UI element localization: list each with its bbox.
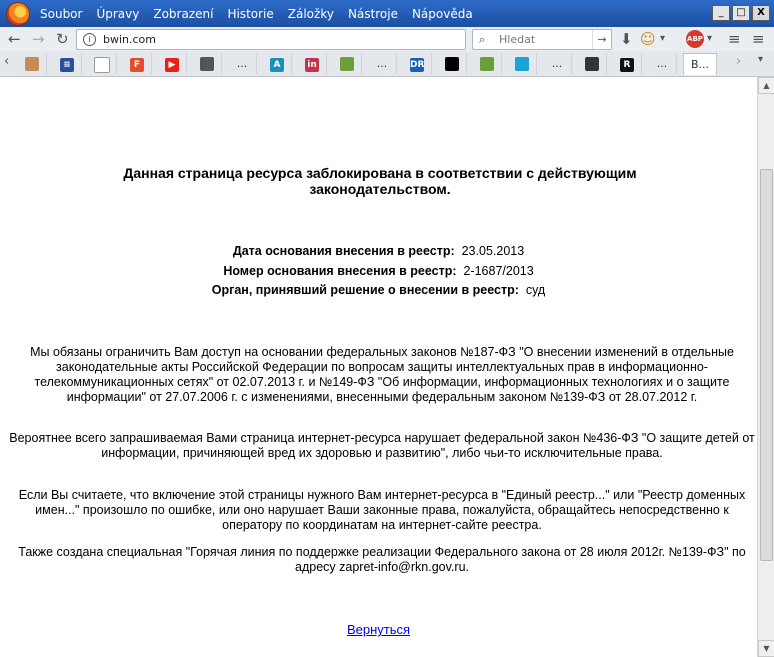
navigation-toolbar: ← → ↻ i bwin.com ⌕ Hledat → ⬇ ☺ ▾ ABP ▾ … bbox=[0, 27, 774, 52]
swirl-favicon-icon bbox=[515, 57, 529, 71]
tab-16[interactable] bbox=[578, 53, 607, 74]
youtube-favicon-icon: ▶ bbox=[165, 58, 179, 72]
url-text[interactable]: bwin.com bbox=[103, 30, 156, 49]
tab-5[interactable] bbox=[193, 53, 222, 74]
r-favicon-icon: R bbox=[620, 58, 634, 72]
search-go-arrow-icon[interactable]: → bbox=[592, 30, 611, 49]
tab-17[interactable]: R bbox=[613, 53, 642, 74]
menu-hamburger-icon[interactable]: ≡ bbox=[728, 30, 741, 48]
menu-zalozky[interactable]: Záložky bbox=[288, 7, 334, 21]
pirate-favicon-icon bbox=[445, 57, 459, 71]
site-info-icon[interactable]: i bbox=[83, 33, 96, 46]
in-favicon-icon: in bbox=[305, 58, 319, 72]
tab-strip: ‹ ≡ F ▶... Ain... DR... R... B... › ▾ bbox=[0, 51, 774, 77]
reload-icon[interactable]: ↻ bbox=[56, 30, 69, 48]
stack-favicon-icon bbox=[480, 57, 494, 71]
forward-arrow-icon[interactable]: → bbox=[32, 30, 45, 48]
tab-0[interactable] bbox=[18, 53, 47, 74]
page-title: Данная страница ресурса заблокирована в … bbox=[123, 165, 637, 197]
info-label: Дата основания внесения в реестр: bbox=[232, 244, 455, 258]
paragraph-hotline: Также создана специальная "Горячая линия… bbox=[18, 545, 746, 574]
stack-favicon-icon bbox=[340, 57, 354, 71]
tab-6[interactable]: ... bbox=[228, 53, 257, 74]
paragraph-violation: Вероятнее всего запрашиваемая Вами стран… bbox=[9, 431, 755, 460]
tab-list-chevron-icon[interactable]: ▾ bbox=[758, 54, 763, 65]
url-bar[interactable]: i bwin.com bbox=[76, 29, 466, 50]
info-row-date: Дата основания внесения в реестр: 23.05.… bbox=[0, 243, 757, 259]
tab-13[interactable] bbox=[473, 53, 502, 74]
scrollbar-thumb[interactable] bbox=[760, 169, 773, 561]
tab-ellipsis-label: ... bbox=[376, 57, 388, 70]
tab-15[interactable]: ... bbox=[543, 53, 572, 74]
lines-favicon-icon: ≡ bbox=[60, 58, 74, 72]
tab-scroll-left-icon[interactable]: ‹ bbox=[4, 54, 9, 69]
tab-9[interactable] bbox=[333, 53, 362, 74]
search-icon: ⌕ bbox=[479, 33, 486, 46]
tab-14[interactable] bbox=[508, 53, 537, 74]
page-content: Данная страница ресурса заблокирована в … bbox=[0, 77, 757, 657]
person-favicon-icon bbox=[200, 57, 214, 71]
scroll-up-icon[interactable]: ▲ bbox=[758, 77, 774, 94]
vertical-scrollbar[interactable]: ▲ ▼ bbox=[757, 77, 774, 657]
abp-dropdown-icon[interactable]: ▾ bbox=[707, 30, 712, 48]
tab-12[interactable] bbox=[438, 53, 467, 74]
tab-3[interactable]: F bbox=[123, 53, 152, 74]
menu-soubor[interactable]: Soubor bbox=[40, 7, 82, 21]
menu-nastroje[interactable]: Nástroje bbox=[348, 7, 398, 21]
scroll-down-icon[interactable]: ▼ bbox=[758, 640, 774, 657]
back-link[interactable]: Вернуться bbox=[0, 622, 757, 637]
firefox-logo-icon[interactable] bbox=[6, 1, 30, 26]
info-value: суд bbox=[525, 283, 546, 297]
menu-napoveda[interactable]: Nápověda bbox=[412, 7, 473, 21]
menu-zobrazeni[interactable]: Zobrazení bbox=[153, 7, 213, 21]
paragraph-error-contact: Если Вы считаете, что включение этой стр… bbox=[18, 488, 746, 532]
tab-ellipsis-label: ... bbox=[551, 57, 563, 70]
maximize-button[interactable]: □ bbox=[732, 5, 750, 21]
tab-4[interactable]: ▶ bbox=[158, 53, 187, 74]
info-label: Номер основания внесения в реестр: bbox=[223, 264, 457, 278]
menu-historie[interactable]: Historie bbox=[227, 7, 273, 21]
paragraph-legal-basis: Мы обязаны ограничить Вам доступ на осно… bbox=[30, 345, 734, 404]
tab-7[interactable]: A bbox=[263, 53, 292, 74]
menu-upravy[interactable]: Úpravy bbox=[96, 7, 139, 21]
dropdown-chevron-icon[interactable]: ▾ bbox=[660, 30, 665, 48]
avatar-favicon-icon bbox=[25, 57, 39, 71]
tab-2[interactable] bbox=[88, 53, 117, 74]
info-label: Орган, принявший решение о внесении в ре… bbox=[211, 283, 519, 297]
arrows-favicon-icon bbox=[585, 57, 599, 71]
tab-8[interactable]: in bbox=[298, 53, 327, 74]
smiley-addon-icon[interactable]: ☺ bbox=[640, 30, 656, 48]
tab-11[interactable]: DR bbox=[403, 53, 432, 74]
tab-18[interactable]: ... bbox=[648, 53, 677, 74]
tab-ellipsis-label: ... bbox=[236, 57, 248, 70]
tab-10[interactable]: ... bbox=[368, 53, 397, 74]
info-row-authority: Орган, принявший решение о внесении в ре… bbox=[0, 282, 757, 298]
bulb-favicon-icon bbox=[94, 57, 110, 73]
tab-active[interactable]: B... bbox=[683, 53, 717, 75]
f-favicon-icon: F bbox=[130, 58, 144, 72]
info-value: 2-1687/2013 bbox=[463, 264, 534, 278]
overflow-menu-icon[interactable]: ≡ bbox=[752, 30, 765, 48]
dr-favicon-icon: DR bbox=[410, 58, 425, 72]
adblock-plus-icon[interactable]: ABP bbox=[686, 30, 704, 48]
search-placeholder: Hledat bbox=[499, 33, 536, 46]
search-input[interactable]: ⌕ Hledat → bbox=[472, 29, 612, 50]
download-icon[interactable]: ⬇ bbox=[620, 30, 633, 48]
tab-scroll-right-icon[interactable]: › bbox=[736, 54, 741, 69]
tab-active-label: B... bbox=[690, 58, 710, 71]
back-arrow-icon[interactable]: ← bbox=[8, 30, 21, 48]
a-favicon-icon: A bbox=[270, 58, 284, 72]
minimize-button[interactable]: _ bbox=[712, 5, 730, 21]
info-value: 23.05.2013 bbox=[461, 244, 525, 258]
tab-1[interactable]: ≡ bbox=[53, 53, 82, 74]
tab-ellipsis-label: ... bbox=[656, 57, 668, 70]
window-controls: _ □ X bbox=[710, 5, 770, 21]
info-row-number: Номер основания внесения в реестр: 2-168… bbox=[0, 263, 757, 279]
menu-bar: Soubor Úpravy Zobrazení Historie Záložky… bbox=[0, 0, 774, 27]
close-button[interactable]: X bbox=[752, 5, 770, 21]
